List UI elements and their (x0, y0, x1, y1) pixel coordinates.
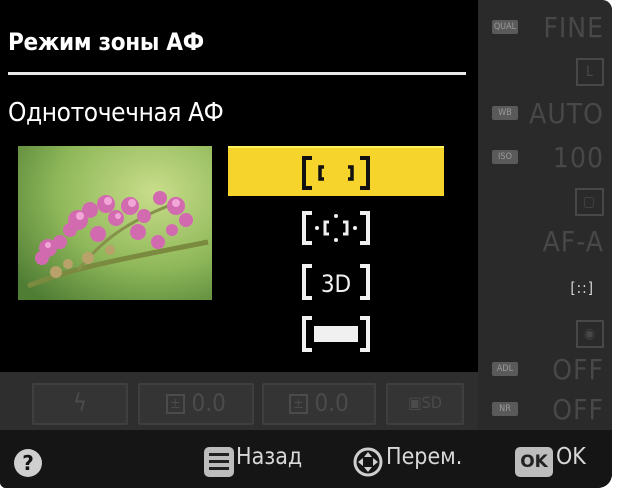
flower-illustration (18, 146, 212, 300)
info-row-af-area: [::] (482, 266, 608, 310)
info-row-adl: ADL OFF (482, 348, 608, 392)
back-label[interactable]: Назад (236, 444, 302, 470)
picture-control-icon: ▣SD (386, 383, 464, 425)
info-row-size: L (482, 48, 608, 92)
menu-title: Режим зоны АФ (8, 28, 204, 56)
image-quality-value: FINE (543, 11, 604, 44)
current-mode-label: Одноточечная АФ (8, 98, 224, 128)
camera-screen: QUAL FINE L WB AUTO ISO 100 ▢ AF-A [::] … (0, 0, 622, 498)
adl-tag-icon: ADL (492, 362, 518, 376)
wb-tag-icon: WB (492, 106, 518, 120)
dynamic-area-af-icon (302, 211, 370, 245)
move-label[interactable]: Перем. (386, 444, 462, 470)
adl-value: OFF (552, 353, 604, 386)
noise-reduction-value: OFF (552, 393, 604, 426)
flash-comp-cell: ± 0.0 (138, 383, 254, 425)
info-row-quality: QUAL FINE (482, 6, 608, 50)
exposure-comp-cell: ± 0.0 (262, 383, 376, 425)
option-single-point-af[interactable] (228, 146, 444, 196)
iso-value: 100 (552, 141, 604, 174)
release-mode-icon: ▢ (575, 188, 604, 216)
info-row-iso: ISO 100 (482, 136, 608, 180)
3d-label: 3D (321, 270, 351, 298)
info-row-nr: NR OFF (482, 388, 608, 432)
auto-area-af-icon (302, 316, 370, 352)
help-button[interactable]: ? (14, 449, 42, 477)
flash-comp-value: 0.0 (191, 389, 226, 417)
quality-tag-icon: QUAL (492, 20, 518, 34)
af-mode-preview-image (18, 146, 212, 300)
image-size-value: L (575, 58, 604, 86)
option-dynamic-area-af[interactable] (228, 204, 444, 254)
single-point-af-icon (302, 156, 370, 190)
nr-tag-icon: NR (492, 402, 518, 416)
white-balance-value: AUTO (529, 97, 604, 130)
multi-selector-icon (353, 447, 383, 477)
iso-tag-icon: ISO (492, 150, 518, 164)
ok-label[interactable]: OK (556, 444, 586, 470)
ok-key-icon: OK (515, 447, 553, 477)
lcd-display: QUAL FINE L WB AUTO ISO 100 ▢ AF-A [::] … (0, 0, 612, 488)
title-divider (8, 72, 466, 75)
info-row-release: ▢ (482, 178, 608, 222)
exposure-comp-icon: ± (289, 394, 308, 414)
focus-mode-value: AF-A (542, 225, 604, 258)
option-auto-area-af[interactable] (228, 310, 444, 360)
flash-mode-icon: ϟ (32, 383, 128, 425)
menu-key-icon (204, 447, 234, 477)
option-3d-tracking-af[interactable]: 3D (228, 258, 444, 308)
info-row-focus: AF-A (482, 220, 608, 264)
info-row-wb: WB AUTO (482, 92, 608, 136)
af-area-indicator: [::] (570, 279, 594, 297)
metering-icon: ◉ (576, 320, 604, 348)
flash-comp-icon: ± (166, 394, 185, 414)
exposure-comp-value: 0.0 (314, 389, 349, 417)
3d-tracking-af-icon: 3D (302, 264, 370, 300)
